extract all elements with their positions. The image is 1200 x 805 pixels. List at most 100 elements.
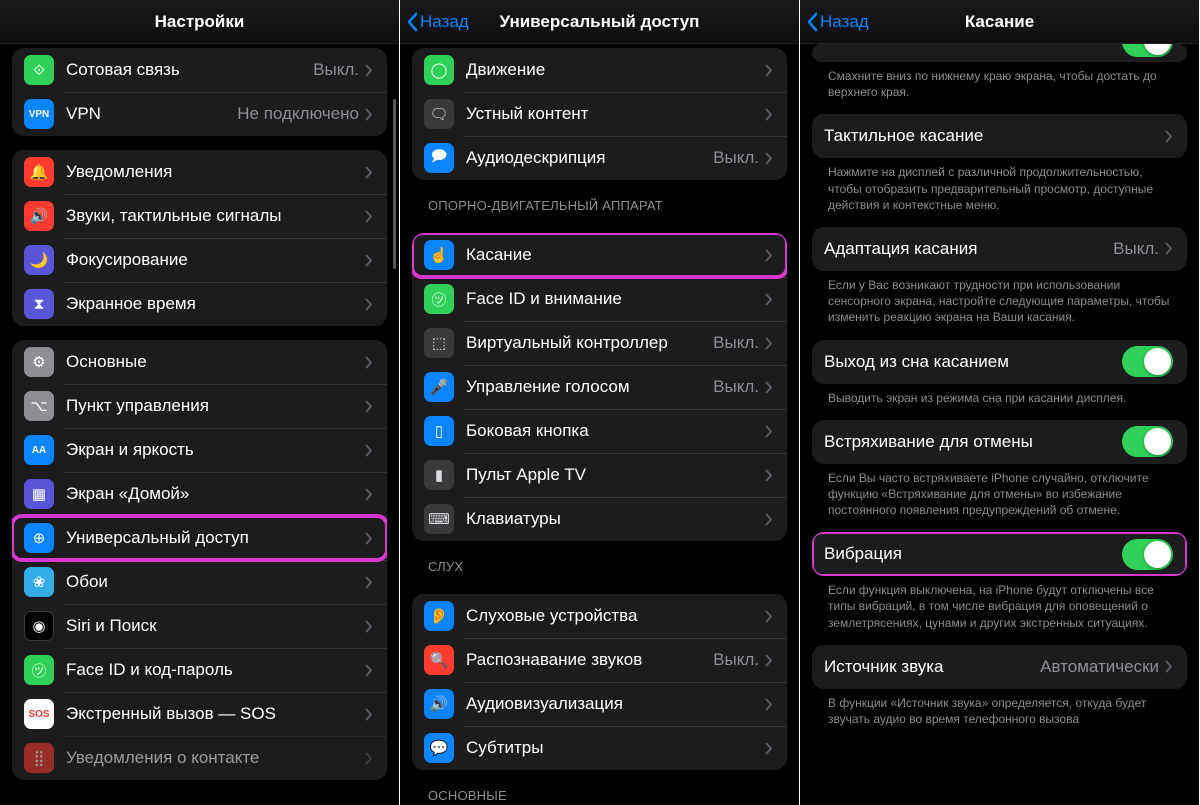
row-voice-control[interactable]: 🎤 Управление голосом Выкл.: [412, 365, 787, 409]
sidebutton-icon: ▯: [424, 416, 454, 446]
settings-panel: Настройки ⟐ Сотовая связь Выкл. VPN VPN …: [0, 0, 400, 805]
chevron-right-icon: [765, 381, 773, 394]
row-sounds[interactable]: 🔊 Звуки, тактильные сигналы: [12, 194, 387, 238]
bell-icon: 🔔: [24, 157, 54, 187]
row-spoken[interactable]: 🗨 Устный контент: [412, 92, 787, 136]
footnote: Если у Вас возникают трудности при испол…: [812, 271, 1187, 326]
row-label: Касание: [466, 245, 765, 265]
touch-group: Адаптация касания Выкл.: [812, 227, 1187, 271]
touch-content[interactable]: Смахните вниз по нижнему краю экрана, чт…: [800, 40, 1199, 801]
shake-to-undo-toggle[interactable]: [1122, 426, 1173, 457]
row-haptic-touch[interactable]: Тактильное касание: [812, 114, 1187, 158]
header-title: Универсальный доступ: [500, 12, 700, 32]
row-screentime[interactable]: ⧗ Экранное время: [12, 282, 387, 326]
header: Назад Касание: [800, 0, 1199, 44]
row-label: Субтитры: [466, 738, 765, 758]
touch-group: Тактильное касание: [812, 114, 1187, 158]
row-notifications[interactable]: 🔔 Уведомления: [12, 150, 387, 194]
flower-icon: ❀: [24, 567, 54, 597]
row-touch-accommodations[interactable]: Адаптация касания Выкл.: [812, 227, 1187, 271]
row-call-audio-routing[interactable]: Источник звука Автоматически: [812, 645, 1187, 689]
accessibility-content[interactable]: ◯ Движение 🗨 Устный контент 🗩 Аудиодескр…: [400, 44, 799, 805]
audiovisual-icon: 🔊: [424, 689, 454, 719]
row-sos[interactable]: SOS Экстренный вызов — SOS: [12, 692, 387, 736]
header-title: Касание: [965, 12, 1034, 32]
motion-icon: ◯: [424, 55, 454, 85]
row-shake-to-undo: Встряхивание для отмены: [812, 420, 1187, 464]
accessibility-icon: ⊕: [24, 523, 54, 553]
row-general[interactable]: ⚙ Основные: [12, 340, 387, 384]
row-value: Выкл.: [313, 60, 359, 80]
touch-icon: ☝: [424, 240, 454, 270]
row-label: Аудиовизуализация: [466, 694, 765, 714]
row-label: Распознавание звуков: [466, 650, 713, 670]
chevron-right-icon: [365, 532, 373, 545]
row-label: Аудиодескрипция: [466, 148, 713, 168]
row-vpn[interactable]: VPN VPN Не подключено: [12, 92, 387, 136]
row-label: Уведомления: [66, 162, 365, 182]
back-label: Назад: [820, 12, 869, 32]
footnote: Смахните вниз по нижнему краю экрана, чт…: [812, 62, 1187, 100]
row-label: Звуки, тактильные сигналы: [66, 206, 365, 226]
row-faceid-attention[interactable]: ㋡ Face ID и внимание: [412, 277, 787, 321]
row-focus[interactable]: 🌙 Фокусирование: [12, 238, 387, 282]
chevron-right-icon: [365, 488, 373, 501]
footnote: Если Вы часто встряхиваете iPhone случай…: [812, 464, 1187, 519]
row-label: Источник звука: [824, 657, 1040, 677]
voice-icon: 🎤: [424, 372, 454, 402]
row-label: Адаптация касания: [824, 239, 1113, 259]
row-label: Движение: [466, 60, 765, 80]
back-button[interactable]: Назад: [406, 0, 469, 44]
row-touch[interactable]: ☝ Касание: [412, 233, 787, 277]
chevron-right-icon: [365, 108, 373, 121]
scrollbar[interactable]: [393, 99, 396, 269]
row-control-center[interactable]: ⌥ Пункт управления: [12, 384, 387, 428]
siri-icon: ◉: [24, 611, 54, 641]
row-side-button[interactable]: ▯ Боковая кнопка: [412, 409, 787, 453]
row-label: Основные: [66, 352, 365, 372]
row-exposure[interactable]: ⣿ Уведомления о контакте: [12, 736, 387, 780]
footnote: Если функция выключена, на iPhone будут …: [812, 576, 1187, 631]
row-faceid[interactable]: ㋡ Face ID и код-пароль: [12, 648, 387, 692]
tap-to-wake-toggle[interactable]: [1122, 346, 1173, 377]
accessibility-group: 👂 Слуховые устройства 🔍 Распознавание зв…: [412, 594, 787, 770]
row-motion[interactable]: ◯ Движение: [412, 48, 787, 92]
touch-group: [812, 44, 1187, 62]
row-accessibility[interactable]: ⊕ Универсальный доступ: [12, 516, 387, 560]
vibration-toggle[interactable]: [1122, 539, 1173, 570]
row-switch-control[interactable]: ⬚ Виртуальный контроллер Выкл.: [412, 321, 787, 365]
row-display[interactable]: AA Экран и яркость: [12, 428, 387, 472]
settings-content[interactable]: ⟐ Сотовая связь Выкл. VPN VPN Не подключ…: [0, 44, 399, 805]
row-label: Универсальный доступ: [66, 528, 365, 548]
row-audio-visual[interactable]: 🔊 Аудиовизуализация: [412, 682, 787, 726]
reachability-toggle[interactable]: [1122, 44, 1173, 57]
chevron-right-icon: [365, 752, 373, 765]
row-keyboards[interactable]: ⌨ Клавиатуры: [412, 497, 787, 541]
back-button[interactable]: Назад: [806, 0, 869, 44]
row-wallpaper[interactable]: ❀ Обои: [12, 560, 387, 604]
chevron-right-icon: [1165, 660, 1173, 673]
row-vibration: Вибрация: [812, 532, 1187, 576]
remote-icon: ▮: [424, 460, 454, 490]
grid-icon: ▦: [24, 479, 54, 509]
row-label: Пункт управления: [66, 396, 365, 416]
row-audiodesc[interactable]: 🗩 Аудиодескрипция Выкл.: [412, 136, 787, 180]
row-label: Экран и яркость: [66, 440, 365, 460]
row-label: Управление голосом: [466, 377, 713, 397]
row-label: Фокусирование: [66, 250, 365, 270]
moon-icon: 🌙: [24, 245, 54, 275]
row-subtitles[interactable]: 💬 Субтитры: [412, 726, 787, 770]
row-sound-recognition[interactable]: 🔍 Распознавание звуков Выкл.: [412, 638, 787, 682]
chevron-right-icon: [365, 664, 373, 677]
row-label: Устный контент: [466, 104, 765, 124]
row-apple-tv-remote[interactable]: ▮ Пульт Apple TV: [412, 453, 787, 497]
switch-icon: ⬚: [424, 328, 454, 358]
face-icon: ㋡: [24, 655, 54, 685]
chevron-right-icon: [765, 152, 773, 165]
group-header: ОПОРНО-ДВИГАТЕЛЬНЫЙ АППАРАТ: [412, 180, 787, 219]
row-cellular[interactable]: ⟐ Сотовая связь Выкл.: [12, 48, 387, 92]
chevron-right-icon: [365, 210, 373, 223]
row-siri[interactable]: ◉ Siri и Поиск: [12, 604, 387, 648]
row-hearing-devices[interactable]: 👂 Слуховые устройства: [412, 594, 787, 638]
row-homescreen[interactable]: ▦ Экран «Домой»: [12, 472, 387, 516]
